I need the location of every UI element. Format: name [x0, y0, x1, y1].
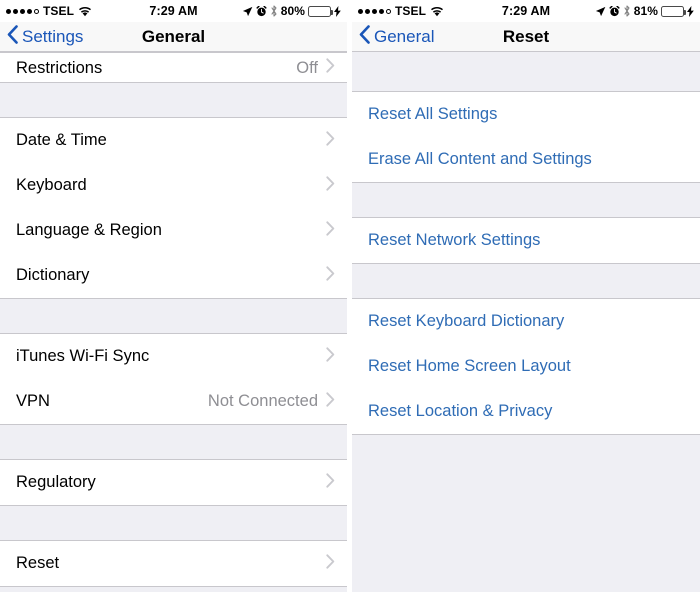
back-button-label: Settings — [22, 26, 84, 46]
group-spacer — [352, 183, 700, 217]
settings-row-keyboard[interactable]: Keyboard — [0, 163, 347, 208]
group-spacer — [352, 264, 700, 298]
reset-group-primary: Reset All Settings Erase All Content and… — [352, 91, 700, 183]
wifi-icon — [430, 6, 444, 17]
row-label: Dictionary — [16, 266, 90, 284]
settings-row-date-time[interactable]: Date & Time — [0, 118, 347, 163]
reset-row-reset-location-privacy[interactable]: Reset Location & Privacy — [352, 389, 700, 434]
status-bar-left: TSEL 7:29 AM 80% — [0, 0, 347, 22]
row-label: Reset Keyboard Dictionary — [368, 312, 565, 330]
nav-bar-general: Settings General — [0, 22, 347, 52]
chevron-right-icon — [326, 472, 335, 493]
chevron-right-icon — [326, 130, 335, 151]
status-bar-right-group: 81% — [550, 4, 694, 18]
settings-row-restrictions[interactable]: Restrictions Off — [0, 53, 347, 82]
battery-percentage: 81% — [633, 4, 659, 18]
row-label: Regulatory — [16, 473, 96, 491]
status-bar-right-group: 80% — [198, 4, 341, 18]
settings-list-general[interactable]: Restrictions Off Date & Time Keyboard La… — [0, 52, 347, 592]
alarm-clock-icon — [256, 5, 267, 17]
chevron-right-icon — [326, 58, 335, 78]
carrier-name: TSEL — [43, 4, 75, 18]
alarm-clock-icon — [609, 5, 620, 17]
group-spacer — [0, 425, 347, 459]
settings-group-regulatory: Regulatory — [0, 459, 347, 506]
settings-row-vpn[interactable]: VPN Not Connected — [0, 379, 347, 424]
back-button-settings[interactable]: Settings — [0, 24, 84, 49]
location-arrow-icon — [595, 6, 606, 17]
row-label: Reset Location & Privacy — [368, 402, 553, 420]
battery-icon — [308, 5, 334, 17]
row-value: Not Connected — [207, 392, 318, 410]
settings-row-itunes-wifi-sync[interactable]: iTunes Wi-Fi Sync — [0, 334, 347, 379]
reset-group-misc: Reset Keyboard Dictionary Reset Home Scr… — [352, 298, 700, 435]
chevron-right-icon — [326, 553, 335, 574]
settings-group-localization: Date & Time Keyboard Language & Region D… — [0, 117, 347, 299]
group-spacer — [0, 83, 347, 117]
bluetooth-icon — [623, 5, 631, 17]
screen-general: TSEL 7:29 AM 80% Settings General Restri… — [0, 0, 347, 592]
status-bar-time: 7:29 AM — [501, 4, 551, 18]
row-label: Restrictions — [16, 59, 103, 77]
row-label: Language & Region — [16, 221, 162, 239]
back-button-general[interactable]: General — [352, 24, 435, 49]
lightning-bolt-icon — [687, 5, 694, 17]
status-bar-left-group: TSEL — [358, 4, 502, 18]
lightning-bolt-icon — [334, 5, 341, 17]
chevron-right-icon — [326, 220, 335, 241]
row-value: Off — [296, 59, 318, 77]
reset-row-erase-all-content[interactable]: Erase All Content and Settings — [352, 137, 700, 182]
group-spacer — [352, 52, 700, 91]
reset-group-network: Reset Network Settings — [352, 217, 700, 264]
row-label: Reset — [16, 554, 60, 572]
row-label: iTunes Wi-Fi Sync — [16, 347, 150, 365]
chevron-left-icon — [7, 24, 18, 49]
row-label: VPN — [16, 392, 50, 410]
chevron-right-icon — [326, 346, 335, 367]
row-label: Date & Time — [16, 131, 107, 149]
chevron-right-icon — [326, 391, 335, 412]
chevron-left-icon — [359, 24, 370, 49]
row-label: Keyboard — [16, 176, 87, 194]
battery-percentage: 80% — [280, 4, 306, 18]
row-label: Reset All Settings — [368, 105, 498, 123]
battery-icon — [661, 5, 687, 17]
row-label: Reset Network Settings — [368, 231, 541, 249]
settings-list-reset[interactable]: Reset All Settings Erase All Content and… — [352, 52, 700, 592]
settings-row-dictionary[interactable]: Dictionary — [0, 253, 347, 298]
wifi-icon — [78, 6, 92, 17]
dual-screenshot-container: TSEL 7:29 AM 80% Settings General Restri… — [0, 0, 700, 592]
group-spacer — [0, 506, 347, 540]
settings-row-language-region[interactable]: Language & Region — [0, 208, 347, 253]
bluetooth-icon — [270, 5, 278, 17]
settings-group-reset: Reset — [0, 540, 347, 587]
signal-strength-dots — [6, 8, 39, 14]
status-bar-right: TSEL 7:29 AM 81% — [352, 0, 700, 22]
chevron-right-icon — [326, 265, 335, 286]
settings-row-reset[interactable]: Reset — [0, 541, 347, 586]
chevron-right-icon — [326, 175, 335, 196]
row-label: Reset Home Screen Layout — [368, 357, 571, 375]
reset-row-reset-home-screen-layout[interactable]: Reset Home Screen Layout — [352, 344, 700, 389]
reset-row-reset-keyboard-dictionary[interactable]: Reset Keyboard Dictionary — [352, 299, 700, 344]
settings-group-connectivity: iTunes Wi-Fi Sync VPN Not Connected — [0, 333, 347, 425]
row-label: Erase All Content and Settings — [368, 150, 592, 168]
settings-group-restrictions: Restrictions Off — [0, 52, 347, 83]
carrier-name: TSEL — [395, 4, 427, 18]
reset-row-reset-all-settings[interactable]: Reset All Settings — [352, 92, 700, 137]
settings-row-regulatory[interactable]: Regulatory — [0, 460, 347, 505]
group-spacer — [0, 299, 347, 333]
signal-strength-dots — [358, 8, 391, 14]
location-arrow-icon — [242, 6, 253, 17]
nav-bar-reset: General Reset — [352, 22, 700, 52]
status-bar-left-group: TSEL — [6, 4, 149, 18]
reset-row-reset-network-settings[interactable]: Reset Network Settings — [352, 218, 700, 263]
status-bar-time: 7:29 AM — [149, 4, 198, 18]
back-button-label: General — [374, 26, 435, 46]
screen-reset: TSEL 7:29 AM 81% General Reset Reset All… — [352, 0, 700, 592]
